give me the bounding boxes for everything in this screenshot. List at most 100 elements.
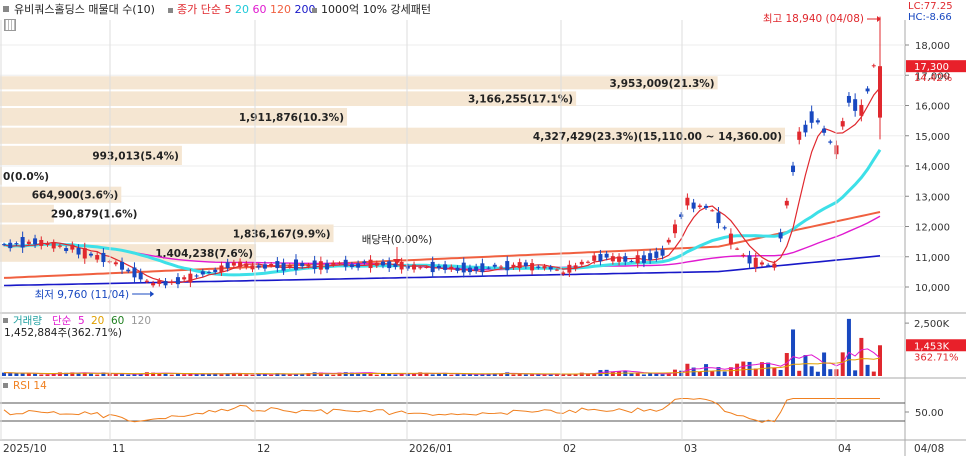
y-tick-label: 12,000	[915, 223, 950, 234]
volume-bar	[766, 362, 771, 376]
candle-body	[530, 263, 535, 271]
candle-body	[480, 263, 485, 273]
volume-bar	[697, 371, 702, 376]
y-tick-label: 13,000	[915, 192, 950, 203]
candle-body	[474, 266, 479, 271]
volume-bar	[45, 374, 50, 376]
candle-body	[405, 265, 410, 269]
x-tick-label: 11	[112, 443, 125, 455]
volume-bar	[865, 364, 870, 376]
volume-bar	[822, 352, 827, 376]
candle-body	[548, 267, 553, 270]
volume-bar	[753, 368, 758, 376]
volume-profile-label: 664,900(3.6%)	[32, 190, 119, 202]
volume-bar	[76, 373, 81, 376]
candle-body	[231, 262, 236, 266]
x-tick-label: 04/08	[914, 443, 944, 455]
candle-body	[691, 202, 696, 209]
candle-body	[467, 267, 472, 273]
candle-body	[772, 263, 777, 268]
volume-ma-label: 단순	[52, 315, 72, 327]
candle-body	[666, 239, 671, 243]
volume-bar	[250, 374, 255, 376]
candle-body	[169, 281, 174, 284]
candle-body	[20, 237, 25, 248]
volume-bar	[287, 374, 292, 376]
candle-body	[635, 255, 640, 264]
candle-body	[685, 197, 690, 206]
volume-profile-label: 993,013(5.4%)	[92, 150, 179, 162]
candle-body	[716, 212, 721, 224]
volume-bar	[39, 374, 44, 376]
candle-body	[766, 264, 771, 266]
candle-body	[200, 271, 205, 275]
y-tick-label: 14,000	[915, 162, 950, 173]
volume-bar	[269, 374, 274, 376]
candle-body	[672, 224, 677, 234]
legend-marker	[3, 318, 8, 323]
candle-body	[878, 66, 882, 118]
candle-body	[436, 265, 441, 269]
volume-bar	[704, 364, 709, 376]
candle-body	[511, 264, 516, 268]
candle-body	[238, 261, 243, 267]
candle-body	[430, 261, 435, 273]
volume-profile-bar	[0, 204, 54, 223]
y-tick-label: 15,000	[915, 132, 950, 143]
volume-bar	[88, 373, 93, 376]
high-label: 최고 18,940 (04/08)	[763, 13, 864, 25]
candle-body	[741, 254, 746, 256]
candle-body	[76, 247, 81, 255]
candle-body	[82, 248, 87, 259]
candle-body	[443, 264, 448, 270]
candle-body	[499, 266, 504, 268]
candle-body	[660, 249, 665, 256]
volume-info: 1,452,884주(362.71%)	[4, 327, 122, 339]
candle-body	[735, 248, 740, 250]
volume-bar	[20, 373, 25, 376]
candle-body	[536, 266, 541, 268]
volume-bar	[281, 374, 286, 376]
candle-body	[871, 65, 876, 67]
candle-body	[654, 251, 659, 258]
candle-body	[337, 262, 342, 264]
volume-bar	[374, 374, 379, 376]
volume-bar	[859, 337, 864, 376]
volume-bar	[530, 374, 535, 376]
candle-body	[387, 261, 392, 269]
candle-body	[113, 262, 118, 265]
volume-bar	[461, 374, 466, 376]
y-tick-label: 11,000	[915, 253, 950, 264]
rsi-y-tick: 50.00	[915, 408, 944, 419]
candle-body	[461, 262, 466, 273]
candle-body	[262, 264, 267, 269]
candle-body	[573, 265, 578, 269]
candle-body	[722, 227, 727, 229]
volume-bar	[710, 371, 715, 376]
candle-body	[412, 264, 417, 270]
chart-canvas[interactable]: 18,00017,00016,00015,00014,00013,00012,0…	[0, 0, 966, 456]
candle-body	[517, 262, 522, 269]
volume-bar	[772, 367, 777, 376]
current-price-value: 17,300	[914, 62, 949, 73]
volume-bar	[244, 374, 249, 376]
x-tick-label: 04	[838, 443, 852, 455]
volume-ma-period: 60	[111, 315, 124, 327]
volume-bar	[113, 374, 118, 376]
candle-body	[207, 271, 212, 273]
candle-body	[144, 280, 149, 282]
candle-body	[859, 104, 864, 116]
candle-body	[126, 269, 131, 272]
candle-body	[213, 269, 218, 273]
volume-bar	[380, 373, 385, 376]
candle-body	[70, 244, 75, 250]
volume-ma-period: 20	[91, 315, 104, 327]
volume-ma-period: 5	[78, 315, 85, 327]
volume-bar	[853, 370, 858, 376]
volume-profile-label: 4,327,429(23.3%)(15,110.00 ~ 14,360.00)	[533, 131, 782, 143]
candle-body	[362, 261, 367, 263]
volume-bar	[815, 371, 820, 376]
candle-body	[57, 245, 62, 247]
volume-bar	[641, 374, 646, 376]
candle-body	[623, 256, 628, 262]
